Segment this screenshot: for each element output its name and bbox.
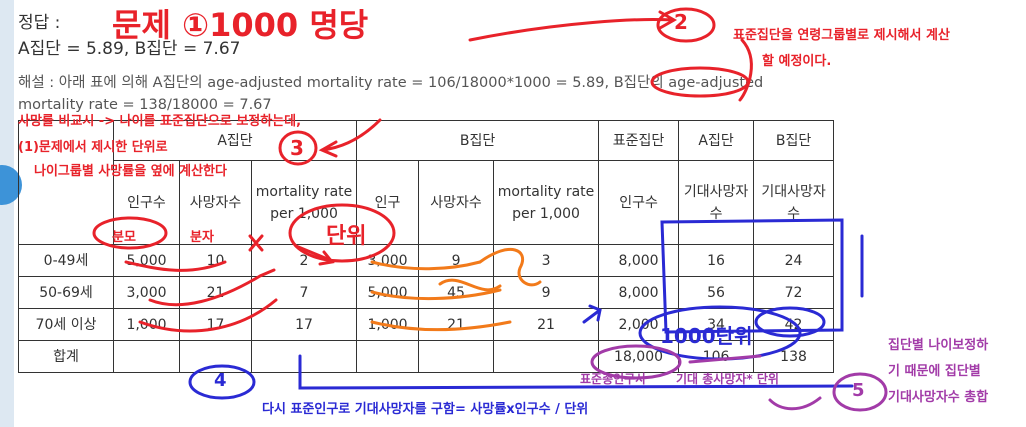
table-cell: 9 — [493, 276, 600, 309]
hand-circle-2-label: 2 — [674, 10, 688, 34]
purple-curve — [768, 396, 822, 411]
table-cell — [356, 340, 420, 373]
table-cell: 24 — [753, 244, 835, 277]
sub-header: mortality rate per 1,000 — [493, 160, 600, 245]
exp-total-label: 기대 총사망자* 단위 — [676, 372, 779, 386]
table-cell: 138 — [753, 340, 835, 373]
table-cell: 72 — [753, 276, 835, 309]
row-label: 70세 이상 — [18, 308, 114, 341]
table-cell: 1,000 — [113, 308, 180, 341]
std-total-label: 표준총인구사 — [580, 372, 647, 386]
hand-title: 문제 ①1000 명당 — [112, 6, 369, 44]
row-label: 0-49세 — [18, 244, 114, 277]
table-cell: 9 — [418, 244, 495, 277]
blue-note: 다시 표준인구로 기대사망자를 구함= 사망률x인구수 / 단위 — [262, 402, 589, 417]
sub-header: 기대사망자수 — [678, 160, 755, 245]
sub-header: 사망자수 — [418, 160, 495, 245]
table-cell: 5,000 — [113, 244, 180, 277]
table-cell — [418, 340, 495, 373]
table-cell: 8,000 — [598, 276, 680, 309]
note-2-line2: 할 예정이다. — [762, 54, 832, 69]
red-note-2: (1)문제에서 제시한 단위로 — [18, 140, 168, 155]
hand-numerator: 분자 — [190, 230, 214, 245]
table-cell: 17 — [250, 308, 358, 341]
group-header-b-expected: B집단 — [753, 120, 835, 161]
table-cell: 21 — [418, 308, 495, 341]
hand-denominator: 분모 — [112, 230, 136, 245]
table-cell — [250, 340, 358, 373]
table-cell: 3,000 — [113, 276, 180, 309]
hand-unit: 단위 — [326, 224, 367, 249]
hand-circle-3-label: 3 — [290, 136, 304, 160]
hand-circle-4-label: 4 — [214, 370, 227, 391]
group-header-a-expected: A집단 — [678, 120, 755, 161]
table-cell: 8,000 — [598, 244, 680, 277]
answer-title: 정답 : — [18, 13, 61, 33]
table-cell — [179, 340, 252, 373]
row-label: 50-69세 — [18, 276, 114, 309]
red-note-3: 나이그룹별 사망률을 옆에 계산한다 — [34, 164, 227, 179]
table-cell: 42 — [753, 308, 835, 341]
group-header-b: B집단 — [356, 120, 600, 161]
red-note-1: 사망률 비교시 -> 나이를 표준집단으로 보정하는데, — [18, 114, 302, 129]
purple-note-1: 집단별 나이보정하 — [888, 338, 989, 353]
table-cell: 16 — [678, 244, 755, 277]
table-cell: 1,000 — [356, 308, 420, 341]
sub-header: 인구수 — [598, 160, 680, 245]
table-cell: 5,000 — [356, 276, 420, 309]
red-arrow-to-circle-2 — [468, 10, 678, 42]
note-2-line1: 표준집단을 연령그룹별로 제시해서 계산 — [733, 28, 950, 43]
hand-1000-unit: 1000단위 — [660, 324, 753, 348]
purple-note-2: 기 때문에 집단별 — [888, 364, 981, 379]
table-cell: 10 — [179, 244, 252, 277]
table-cell: 17 — [179, 308, 252, 341]
table-cell — [493, 340, 600, 373]
table-cell: 45 — [418, 276, 495, 309]
table-cell: 3 — [493, 244, 600, 277]
table-cell: 56 — [678, 276, 755, 309]
table-row: 0-49세 5,000 10 2 3,000 9 3 8,000 16 24 — [18, 244, 835, 277]
left-sidebar-strip — [0, 0, 14, 427]
table-cell: 21 — [179, 276, 252, 309]
sub-header: 기대사망자수 — [753, 160, 835, 245]
table-cell — [113, 340, 180, 373]
table-cell: 7 — [250, 276, 358, 309]
group-header-standard: 표준집단 — [598, 120, 680, 161]
row-label: 합계 — [18, 340, 114, 373]
table-row: 50-69세 3,000 21 7 5,000 45 9 8,000 56 72 — [18, 276, 835, 309]
purple-note-3: 기대사망자수 총합 — [888, 390, 989, 405]
table-cell: 21 — [493, 308, 600, 341]
hand-circle-5-label: 5 — [852, 380, 865, 401]
